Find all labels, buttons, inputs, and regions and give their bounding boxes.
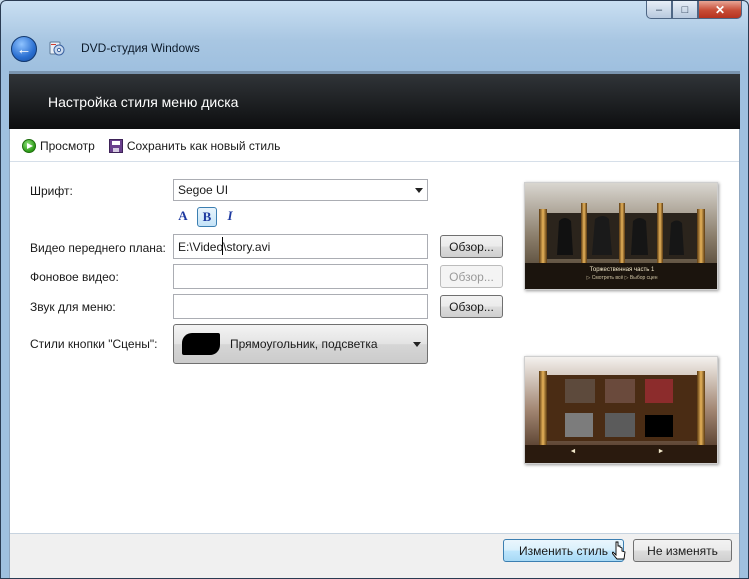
background-video-label: Фоновое видео: xyxy=(30,270,119,284)
preview-prev-page-text: ◄ xyxy=(570,448,577,455)
settings-panel: Просмотр Сохранить как новый стиль Шрифт… xyxy=(9,129,740,578)
menu-preview-main: Торжественная часть 1 ▷ Смотреть всё ▷ В… xyxy=(524,182,718,290)
foreground-browse-button[interactable]: Обзор... xyxy=(440,235,503,258)
mouse-cursor-icon xyxy=(612,541,626,560)
font-select[interactable]: Segoe UI xyxy=(173,179,428,201)
preview-title-text: Торжественная часть 1 xyxy=(590,267,655,273)
page-header: Настройка стиля меню диска xyxy=(9,71,740,132)
preview-next-page-text: ► xyxy=(658,448,665,455)
background-video-input[interactable] xyxy=(173,264,428,289)
apply-style-button[interactable]: Изменить стиль xyxy=(503,539,624,562)
back-button[interactable]: ← xyxy=(11,36,37,62)
top-bar: ← DVD-студия Windows xyxy=(1,29,748,69)
save-style-button[interactable]: Сохранить как новый стиль xyxy=(108,139,281,153)
menu-preview-scenes: ◄ ► xyxy=(524,356,718,464)
italic-icon: I xyxy=(227,208,233,223)
chevron-down-icon xyxy=(413,342,421,347)
dvd-studio-icon xyxy=(49,41,65,56)
chevron-down-icon xyxy=(415,188,423,193)
preview-button[interactable]: Просмотр xyxy=(22,139,95,153)
background-browse-button[interactable]: Обзор... xyxy=(440,265,503,288)
play-icon xyxy=(22,139,36,153)
font-color-button[interactable]: A xyxy=(173,206,193,226)
menu-audio-input[interactable] xyxy=(173,294,428,319)
save-style-label: Сохранить как новый стиль xyxy=(126,139,281,153)
text-caret xyxy=(222,237,223,255)
window-title: DVD-студия Windows xyxy=(81,41,200,55)
caption-buttons: ‒ □ ✕ xyxy=(646,1,742,19)
font-color-icon: A xyxy=(178,208,188,223)
minimize-button[interactable]: ‒ xyxy=(646,1,672,19)
audio-browse-button[interactable]: Обзор... xyxy=(440,295,503,318)
font-select-value: Segoe UI xyxy=(178,183,229,197)
save-disk-icon xyxy=(108,139,123,153)
bold-button[interactable]: B xyxy=(197,207,217,227)
main-menu-preview-image: Торжественная часть 1 ▷ Смотреть всё ▷ В… xyxy=(525,183,717,289)
toolbar: Просмотр Сохранить как новый стиль xyxy=(22,139,280,153)
button-style-swatch-icon xyxy=(182,333,220,355)
preview-subtitle-text: ▷ Смотреть всё ▷ Выбор сцен xyxy=(586,275,657,281)
scene-buttons-label: Стили кнопки "Сцены": xyxy=(30,337,158,351)
toolbar-divider xyxy=(10,161,739,162)
maximize-button[interactable]: □ xyxy=(672,1,698,19)
menu-audio-label: Звук для меню: xyxy=(30,300,116,314)
foreground-video-value: E:\Video\story.avi xyxy=(178,239,271,254)
cancel-button[interactable]: Не изменять xyxy=(633,539,732,562)
preview-label: Просмотр xyxy=(40,139,95,153)
scene-button-style-select[interactable]: Прямоугольник, подсветка xyxy=(173,324,428,364)
bold-icon: B xyxy=(202,209,212,224)
foreground-video-label: Видео переднего плана: xyxy=(30,241,166,255)
back-arrow-icon: ← xyxy=(16,40,32,58)
italic-button[interactable]: I xyxy=(220,206,240,226)
footer-bar xyxy=(10,534,739,578)
font-label: Шрифт: xyxy=(30,184,73,198)
app-window: ‒ □ ✕ ← DVD-студия Windows Настройка сти… xyxy=(0,0,749,579)
scenes-menu-preview-image: ◄ ► xyxy=(525,357,717,463)
scene-button-style-value: Прямоугольник, подсветка xyxy=(230,337,378,351)
foreground-video-input[interactable]: E:\Video\story.avi xyxy=(173,234,428,259)
close-button[interactable]: ✕ xyxy=(698,1,742,19)
page-title: Настройка стиля меню диска xyxy=(48,94,239,110)
